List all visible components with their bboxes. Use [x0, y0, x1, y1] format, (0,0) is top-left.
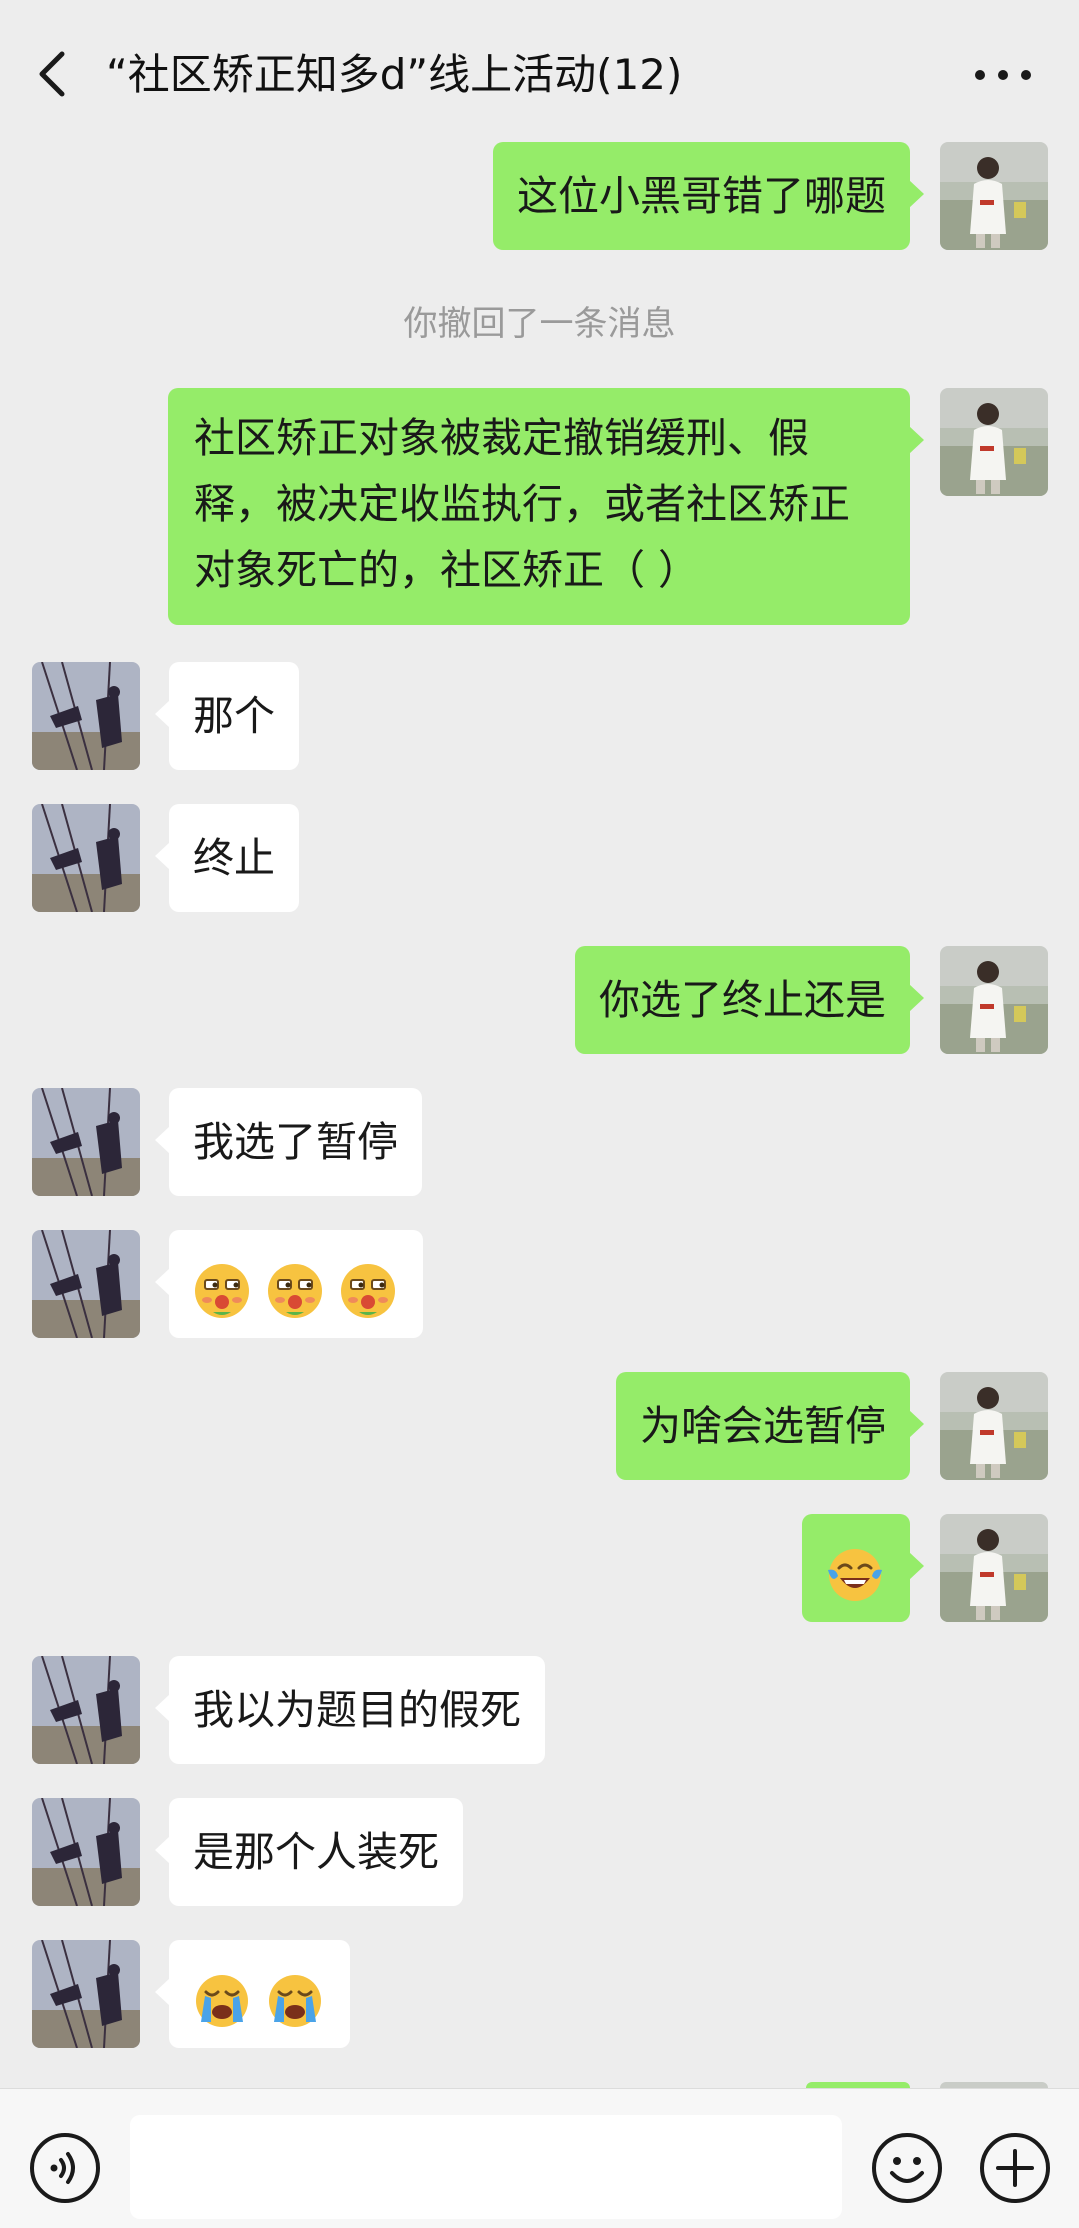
more-button[interactable] — [970, 50, 1036, 100]
smirk-emoji — [195, 1264, 249, 1318]
contact-avatar[interactable] — [32, 1798, 140, 1906]
message-bubble[interactable]: 我选了暂停 — [155, 1088, 422, 1196]
more-dots-icon — [975, 70, 1031, 80]
contact-avatar[interactable] — [32, 804, 140, 912]
message-text: 你选了终止还是 — [599, 976, 886, 1024]
emoji-icon — [872, 2133, 942, 2203]
chat-header: “社区矫正知多d”线上活动(12) — [0, 0, 1079, 140]
message-bubble[interactable]: 我以为题目的假死 — [155, 1656, 545, 1764]
my-avatar[interactable] — [940, 1372, 1048, 1480]
smirk-emoji — [341, 1264, 396, 1318]
message-bubble[interactable] — [154, 1230, 424, 1338]
message-bubble[interactable]: 为啥会选暂停 — [616, 1372, 924, 1480]
message-bubble[interactable]: 这位小黑哥错了哪题 — [493, 142, 924, 250]
voice-button[interactable] — [28, 2131, 102, 2205]
my-avatar[interactable] — [940, 946, 1048, 1054]
message-text: 终止 — [193, 834, 275, 882]
message-bubble[interactable]: 社区矫正对象被裁定撤销缓刑、假释，被决定收监执行，或者社区矫正对象死亡的，社区矫… — [168, 388, 924, 625]
smirk-emoji — [268, 1264, 323, 1318]
message-text: 这位小黑哥错了哪题 — [517, 172, 886, 220]
system-message: 你撤回了一条消息 — [403, 304, 676, 344]
chat-title: “社区矫正知多d”线上活动(12) — [106, 50, 683, 99]
my-avatar[interactable] — [940, 388, 1048, 496]
message-bubble[interactable]: 终止 — [155, 804, 299, 912]
message-bubble[interactable]: 是那个人装死 — [155, 1798, 463, 1906]
message-text: 我以为题目的假死 — [193, 1686, 521, 1734]
my-avatar[interactable] — [940, 142, 1048, 250]
sob-emoji — [269, 1975, 322, 2027]
message-text: 那个 — [193, 692, 275, 740]
sob-emoji — [196, 1975, 248, 2027]
message-bubble[interactable] — [154, 1940, 351, 2048]
message-text: 是那个人装死 — [193, 1828, 439, 1876]
message-text: 社区矫正对象被裁定撤销缓刑、假释，被决定收监执行，或者社区矫正对象死亡的，社区矫… — [194, 414, 850, 594]
more-functions-button[interactable] — [978, 2131, 1052, 2205]
emoji-button[interactable] — [870, 2131, 944, 2205]
back-button[interactable] — [30, 44, 80, 104]
voice-icon — [30, 2133, 100, 2203]
message-text: 为啥会选暂停 — [640, 1402, 886, 1450]
input-bar — [0, 2088, 1079, 2228]
message-bubble[interactable]: 你选了终止还是 — [575, 946, 924, 1054]
contact-avatar[interactable] — [32, 1088, 140, 1196]
contact-avatar[interactable] — [32, 662, 140, 770]
contact-avatar[interactable] — [32, 1656, 140, 1764]
tears-of-joy-emoji — [828, 1549, 882, 1601]
chevron-left-icon — [39, 51, 65, 97]
contact-avatar[interactable] — [32, 1230, 140, 1338]
message-bubble[interactable]: 那个 — [155, 662, 299, 770]
message-text: 我选了暂停 — [193, 1118, 398, 1166]
my-avatar[interactable] — [940, 1514, 1048, 1622]
contact-avatar[interactable] — [32, 1940, 140, 2048]
message-input[interactable] — [130, 2115, 842, 2219]
plus-icon — [980, 2133, 1050, 2203]
message-bubble[interactable] — [802, 1514, 924, 1622]
